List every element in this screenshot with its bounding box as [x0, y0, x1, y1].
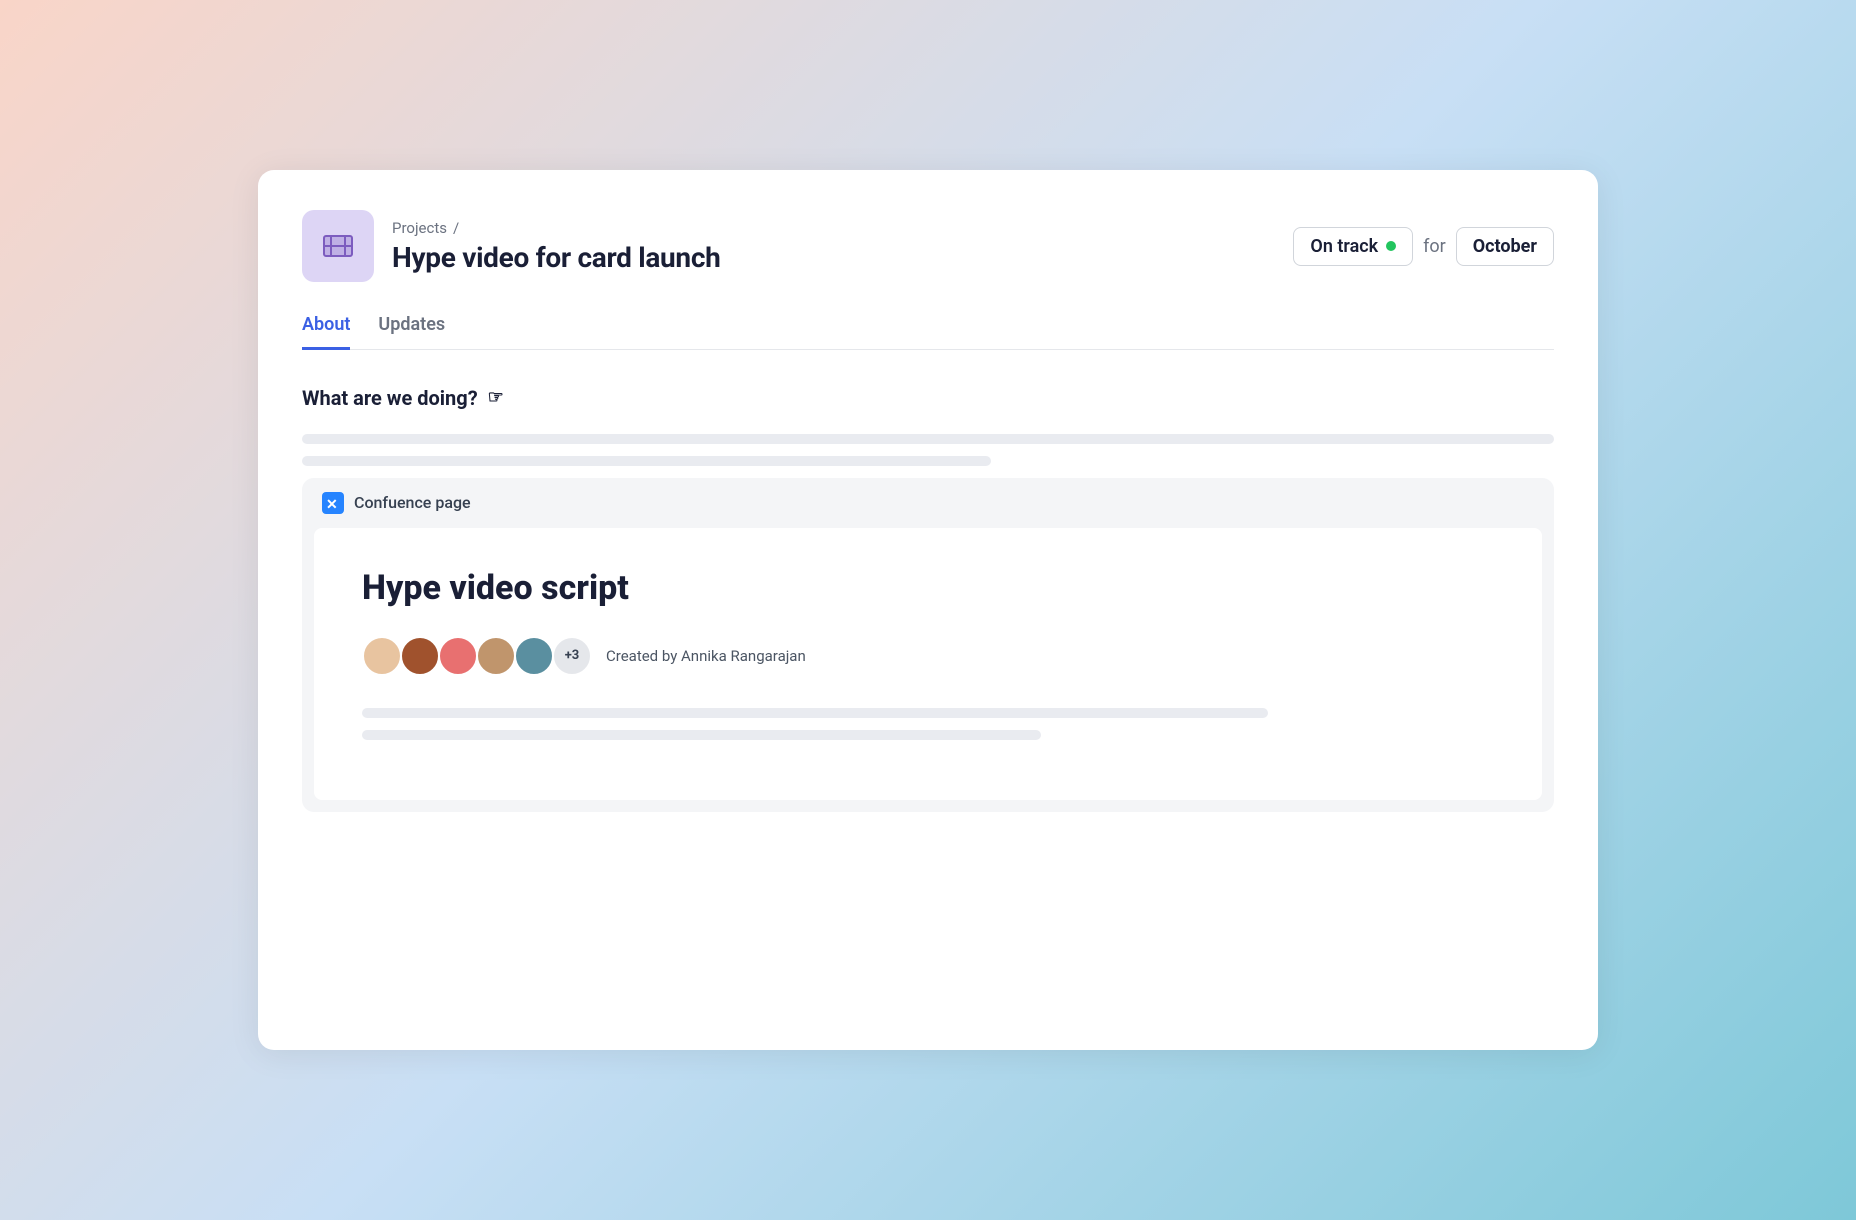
on-track-label: On track [1310, 236, 1378, 257]
confluence-card[interactable]: ✕ Confuence page Hype video script +3 Cr… [302, 478, 1554, 812]
avatar-3 [438, 636, 478, 676]
avatar-5 [514, 636, 554, 676]
avatar-2 [400, 636, 440, 676]
header-text: Projects / Hype video for card launch [392, 219, 721, 274]
svg-text:✕: ✕ [326, 496, 338, 512]
breadcrumb-separator: / [453, 219, 459, 237]
status-dot [1386, 241, 1396, 251]
avatar-4 [476, 636, 516, 676]
confluence-body: Hype video script +3 Created by Annika R… [314, 528, 1542, 800]
breadcrumb-parent[interactable]: Projects [392, 219, 447, 237]
skeleton-line-1 [302, 434, 1554, 444]
breadcrumb: Projects / [392, 219, 721, 237]
tab-updates[interactable]: Updates [378, 314, 445, 350]
header-right: On track for October [1293, 227, 1554, 266]
pointer-cursor-icon: ☞ [488, 387, 504, 408]
main-card: Projects / Hype video for card launch On… [258, 170, 1598, 1050]
tab-about[interactable]: About [302, 314, 350, 350]
for-label: for [1423, 236, 1446, 257]
avatars-row: +3 Created by Annika Rangarajan [362, 636, 1494, 676]
tabs-nav: About Updates [302, 314, 1554, 350]
conf-skeleton-1 [362, 708, 1268, 718]
avatar-1 [362, 636, 402, 676]
conf-skeleton-2 [362, 730, 1041, 740]
skeleton-line-2 [302, 456, 991, 466]
project-icon [302, 210, 374, 282]
header-left: Projects / Hype video for card launch [302, 210, 721, 282]
section-title-text: What are we doing? [302, 386, 478, 410]
month-badge[interactable]: October [1456, 227, 1554, 266]
confluence-card-header: ✕ Confuence page [302, 478, 1554, 528]
page-header: Projects / Hype video for card launch On… [302, 210, 1554, 282]
project-title: Hype video for card launch [392, 241, 721, 274]
avatar-overflow-count: +3 [552, 636, 592, 676]
confluence-skeleton [362, 708, 1494, 740]
section-title[interactable]: What are we doing? ☞ [302, 386, 1554, 410]
confluence-doc-title: Hype video script [362, 568, 1494, 608]
confluence-label: Confuence page [354, 493, 471, 512]
on-track-badge[interactable]: On track [1293, 227, 1413, 266]
created-by-text: Created by Annika Rangarajan [606, 647, 806, 665]
confluence-icon: ✕ [322, 492, 344, 514]
